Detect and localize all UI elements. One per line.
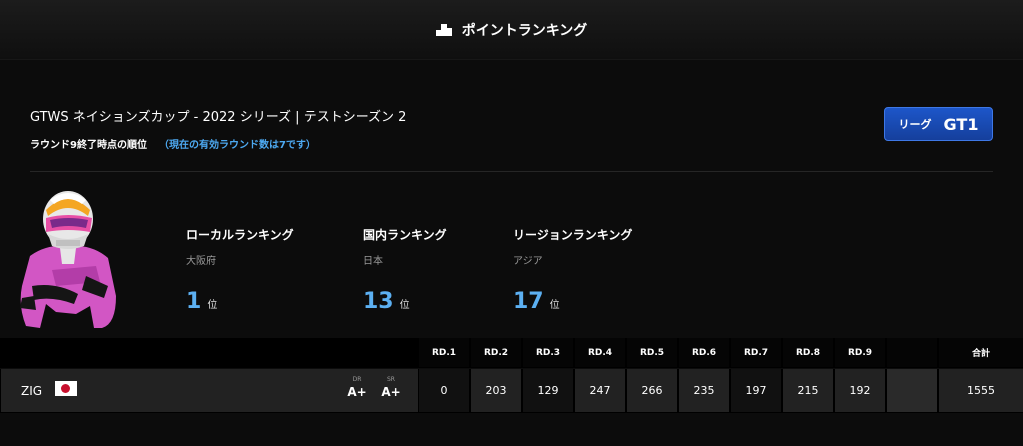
driver-name: ZIG xyxy=(21,384,43,398)
podium-icon xyxy=(435,23,452,36)
score-rd1: 0 xyxy=(419,369,469,412)
score-total: 1555 xyxy=(939,369,1023,412)
league-value: GT1 xyxy=(943,114,979,134)
national-ranking-title: 国内ランキング xyxy=(363,228,447,242)
score-rd3: 129 xyxy=(523,369,573,412)
header-rd6: RD.6 xyxy=(679,338,729,367)
header-rd8: RD.8 xyxy=(783,338,833,367)
driver-rating: DR A+ xyxy=(344,376,370,399)
local-rank-unit: 位 xyxy=(207,300,218,311)
local-ranking-title: ローカルランキング xyxy=(186,228,294,242)
header-rd4: RD.4 xyxy=(575,338,625,367)
league-label: リーグ xyxy=(898,118,932,131)
page-header: ポイントランキング xyxy=(0,0,1023,60)
japan-flag-icon xyxy=(55,381,77,396)
round-status-text: ラウンド9終了時点の順位 xyxy=(30,140,147,151)
valid-rounds-note: （現在の有効ラウンド数は7です） xyxy=(158,140,316,151)
score-rd7: 197 xyxy=(731,369,781,412)
header-rd9: RD.9 xyxy=(835,338,885,367)
region-rank-number: 17 xyxy=(513,289,544,314)
region-rank-unit: 位 xyxy=(549,300,560,311)
score-rd9: 192 xyxy=(835,369,885,412)
region-ranking-value: 17 位 xyxy=(513,289,560,314)
header-rd2: RD.2 xyxy=(471,338,521,367)
driver-cell[interactable]: ZIG DR A+ SR A+ xyxy=(1,369,418,412)
national-ranking-region: 日本 xyxy=(363,256,383,267)
sportsmanship-rating: SR A+ xyxy=(378,376,404,399)
local-ranking: ローカルランキング 大阪府 1位 xyxy=(186,226,294,314)
score-rd2: 203 xyxy=(471,369,521,412)
divider xyxy=(30,171,993,172)
score-rd4: 247 xyxy=(575,369,625,412)
dr-label: DR xyxy=(352,376,362,383)
league-badge[interactable]: リーグ GT1 xyxy=(884,107,993,141)
header-total: 合計 xyxy=(939,338,1023,367)
local-rank-number: 1 xyxy=(186,289,202,314)
national-ranking-value: 13 位 xyxy=(363,289,410,314)
header-rd7: RD.7 xyxy=(731,338,781,367)
national-rank-unit: 位 xyxy=(399,300,410,311)
round-status: ラウンド9終了時点の順位 （現在の有効ラウンド数は7です） xyxy=(30,136,316,151)
header-title: ポイントランキング xyxy=(435,20,588,40)
national-rank-number: 13 xyxy=(363,289,394,314)
region-ranking-region: アジア xyxy=(513,256,543,267)
score-rd6: 235 xyxy=(679,369,729,412)
region-ranking-title: リージョンランキング xyxy=(513,228,633,242)
sr-label: SR xyxy=(387,376,395,383)
dr-value: A+ xyxy=(347,385,367,399)
driver-avatar xyxy=(20,191,117,328)
national-ranking: 国内ランキング 日本 13 位 xyxy=(363,226,447,314)
score-rd8: 215 xyxy=(783,369,833,412)
header-rd1: RD.1 xyxy=(419,338,469,367)
score-rd5: 266 xyxy=(627,369,677,412)
region-ranking: リージョンランキング アジア 17 位 xyxy=(513,226,633,314)
local-ranking-region: 大阪府 xyxy=(186,256,216,267)
sr-value: A+ xyxy=(381,385,401,399)
local-ranking-value: 1位 xyxy=(186,289,217,314)
header-rd3: RD.3 xyxy=(523,338,573,367)
header-title-text: ポイントランキング xyxy=(461,22,588,39)
event-title: GTWS ネイションズカップ - 2022 シリーズ | テストシーズン 2 xyxy=(30,110,407,125)
header-extra xyxy=(887,338,937,367)
score-extra xyxy=(887,369,937,412)
header-rd5: RD.5 xyxy=(627,338,677,367)
